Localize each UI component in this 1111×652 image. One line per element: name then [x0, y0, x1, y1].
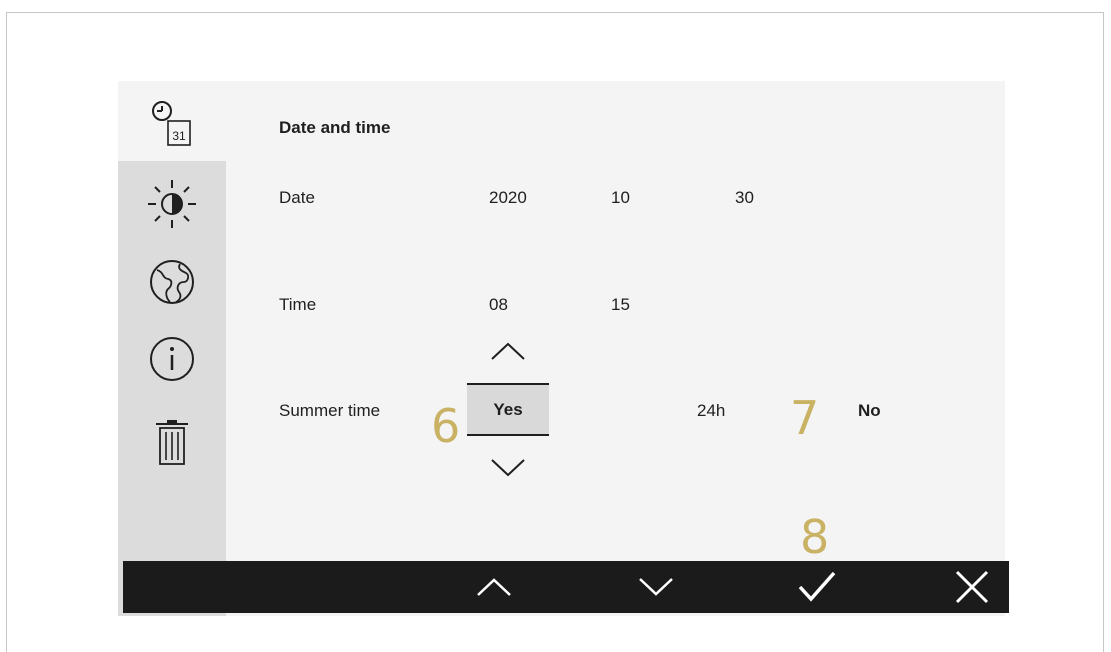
callout-6: 6: [431, 399, 461, 453]
summer-time-label: Summer time: [279, 401, 381, 420]
sidebar-item-brightness[interactable]: [118, 169, 226, 239]
summer-time-picker[interactable]: Yes: [467, 383, 549, 436]
close-icon: [955, 570, 989, 604]
bottom-toolbar: [123, 561, 1009, 613]
callout-7: 7: [790, 391, 820, 445]
sidebar-item-region[interactable]: [118, 247, 226, 317]
calendar-day-label: 31: [172, 129, 186, 143]
settings-panel: [118, 81, 1005, 616]
date-day-field[interactable]: 30: [735, 188, 754, 208]
sidebar-item-date-time[interactable]: 31: [118, 91, 226, 161]
picker-down-icon[interactable]: [489, 456, 527, 480]
date-year-field[interactable]: 2020: [489, 188, 527, 208]
check-icon: [798, 571, 836, 602]
toolbar-confirm-button[interactable]: [786, 561, 846, 613]
chevron-down-icon: [639, 578, 673, 596]
toolbar-cancel-button[interactable]: [942, 561, 1002, 613]
page-title: Date and time: [279, 118, 391, 137]
brightness-icon: [148, 180, 196, 228]
time-label: Time: [279, 295, 317, 314]
picker-up-icon[interactable]: [489, 339, 527, 363]
sidebar-item-info[interactable]: [118, 324, 226, 394]
time-format-field[interactable]: 24h: [697, 401, 725, 421]
time-minute-field[interactable]: 15: [611, 295, 630, 315]
date-month-field[interactable]: 10: [611, 188, 630, 208]
chevron-up-icon: [477, 578, 511, 596]
option-no-field[interactable]: No: [858, 401, 881, 421]
time-hour-field[interactable]: 08: [489, 295, 508, 315]
callout-8: 8: [800, 510, 830, 564]
trash-icon: [156, 420, 188, 465]
toolbar-up-button[interactable]: [464, 561, 524, 613]
globe-icon: [150, 260, 194, 304]
sidebar-item-reset[interactable]: [118, 405, 226, 475]
info-icon: [150, 337, 194, 381]
date-label: Date: [279, 188, 315, 207]
date-time-icon: 31: [152, 101, 191, 146]
toolbar-down-button[interactable]: [626, 561, 686, 613]
